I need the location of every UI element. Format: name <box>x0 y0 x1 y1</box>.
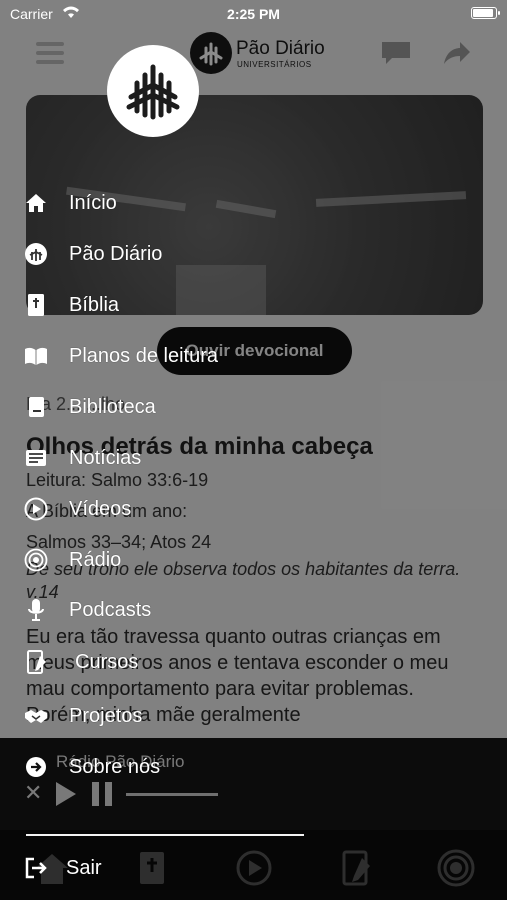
drawer-item-sobre-nos[interactable]: Sobre nós <box>24 748 294 788</box>
drawer-item-label: Cursos <box>75 651 139 673</box>
play-circle-icon <box>24 497 48 521</box>
course-notebook-icon <box>24 650 48 674</box>
drawer-item-radio[interactable]: Rádio <box>24 541 294 581</box>
status-time: 2:25 PM <box>227 6 280 22</box>
news-icon <box>24 446 48 470</box>
drawer-item-biblioteca[interactable]: Biblioteca <box>24 388 294 428</box>
drawer-item-label: Planos de leitura <box>69 345 218 367</box>
drawer-item-label: Rádio <box>69 549 122 571</box>
drawer-item-inicio[interactable]: Início <box>24 184 294 224</box>
drawer-item-label: Vídeos <box>69 498 132 520</box>
drawer-item-label: Notícias <box>69 447 142 469</box>
drawer-logo <box>107 45 199 137</box>
drawer-item-biblia[interactable]: Bíblia <box>24 286 294 326</box>
logout-label: Sair <box>66 857 102 879</box>
handshake-icon <box>24 704 48 728</box>
arrow-circle-icon <box>24 755 48 779</box>
drawer-item-label: Pão Diário <box>69 243 163 265</box>
drawer-item-label: Biblioteca <box>69 396 156 418</box>
status-bar: Carrier 2:25 PM <box>0 0 507 28</box>
drawer-item-label: Sobre nós <box>69 756 161 778</box>
bible-icon <box>24 293 48 317</box>
battery-icon <box>471 7 500 19</box>
logout-icon <box>24 856 48 880</box>
drawer-item-label: Projetos <box>69 705 143 727</box>
drawer-item-pao-diario[interactable]: Pão Diário <box>24 235 294 275</box>
drawer-item-projetos[interactable]: Projetos <box>24 697 294 737</box>
drawer-item-podcasts[interactable]: Podcasts <box>24 591 294 631</box>
navigation-drawer: Início Pão Diário Bíblia Planos de leitu… <box>0 0 304 900</box>
drawer-item-label: Podcasts <box>69 599 152 621</box>
library-book-icon <box>24 395 48 419</box>
drawer-item-noticias[interactable]: Notícias <box>24 439 294 479</box>
microphone-icon <box>24 598 48 622</box>
drawer-item-cursos[interactable]: Cursos <box>24 643 294 683</box>
drawer-item-label: Bíblia <box>69 294 120 316</box>
home-icon <box>24 191 48 215</box>
open-book-icon <box>24 344 48 368</box>
drawer-item-label: Início <box>69 192 117 214</box>
drawer-item-planos-de-leitura[interactable]: Planos de leitura <box>24 337 294 377</box>
drawer-item-videos[interactable]: Vídeos <box>24 490 294 530</box>
drawer-divider <box>26 834 304 836</box>
drawer-logout-button[interactable]: Sair <box>24 849 294 889</box>
pao-diario-icon <box>24 242 48 266</box>
radio-icon <box>24 548 48 572</box>
